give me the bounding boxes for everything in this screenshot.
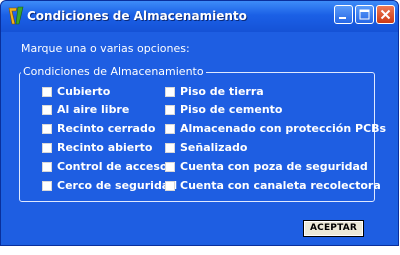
checkbox-box[interactable] <box>42 162 52 172</box>
maximize-button[interactable] <box>355 5 374 24</box>
checkbox-label: Piso de cemento <box>180 103 283 116</box>
minimize-icon <box>339 17 346 19</box>
checkbox-box[interactable] <box>165 105 175 115</box>
app-logo-icon <box>8 6 24 25</box>
checkbox-label: Control de acceso <box>57 160 168 173</box>
checkbox-label: Almacenado con protección PCBs <box>180 122 387 135</box>
checkbox-label: Cuenta con poza de seguridad <box>180 160 368 173</box>
checkbox-box[interactable] <box>165 162 175 172</box>
checkbox-box[interactable] <box>165 124 175 134</box>
checkbox-box[interactable] <box>42 105 52 115</box>
accept-button[interactable]: ACEPTAR <box>303 220 364 237</box>
checkbox-label: Al aire libre <box>57 103 130 116</box>
title-bar[interactable]: Condiciones de Almacenamiento <box>1 1 398 32</box>
minimize-button[interactable] <box>334 5 353 24</box>
close-icon <box>380 9 391 20</box>
checkbox-box[interactable] <box>165 87 175 97</box>
instruction-text: Marque una o varias opciones: <box>21 42 190 55</box>
close-button[interactable] <box>376 5 395 24</box>
group-legend: Condiciones de Almacenamiento <box>21 65 206 78</box>
checkbox-label: Recinto abierto <box>57 141 153 154</box>
checkbox-box[interactable] <box>42 181 52 191</box>
checkbox-label: Cuenta con canaleta recolectora <box>180 179 381 192</box>
window-title: Condiciones de Almacenamiento <box>27 9 247 23</box>
checkbox-label: Piso de tierra <box>180 85 264 98</box>
storage-conditions-group: Condiciones de Almacenamiento Cubierto A… <box>19 65 386 202</box>
dialog-window: Condiciones de Almacenamiento Marque una… <box>0 0 399 246</box>
checkbox-box[interactable] <box>42 87 52 97</box>
checkbox-label: Cubierto <box>57 85 111 98</box>
maximize-icon <box>359 9 370 20</box>
checkbox-box[interactable] <box>165 143 175 153</box>
checkbox-box[interactable] <box>42 143 52 153</box>
checkbox-box[interactable] <box>42 124 52 134</box>
checkbox-box[interactable] <box>165 181 175 191</box>
checkbox-label: Señalizado <box>180 141 248 154</box>
checkbox-label: Recinto cerrado <box>57 122 156 135</box>
checkbox-label: Cerco de seguridad <box>57 179 178 192</box>
dialog-body: Marque una o varias opciones: Condicione… <box>5 32 394 243</box>
